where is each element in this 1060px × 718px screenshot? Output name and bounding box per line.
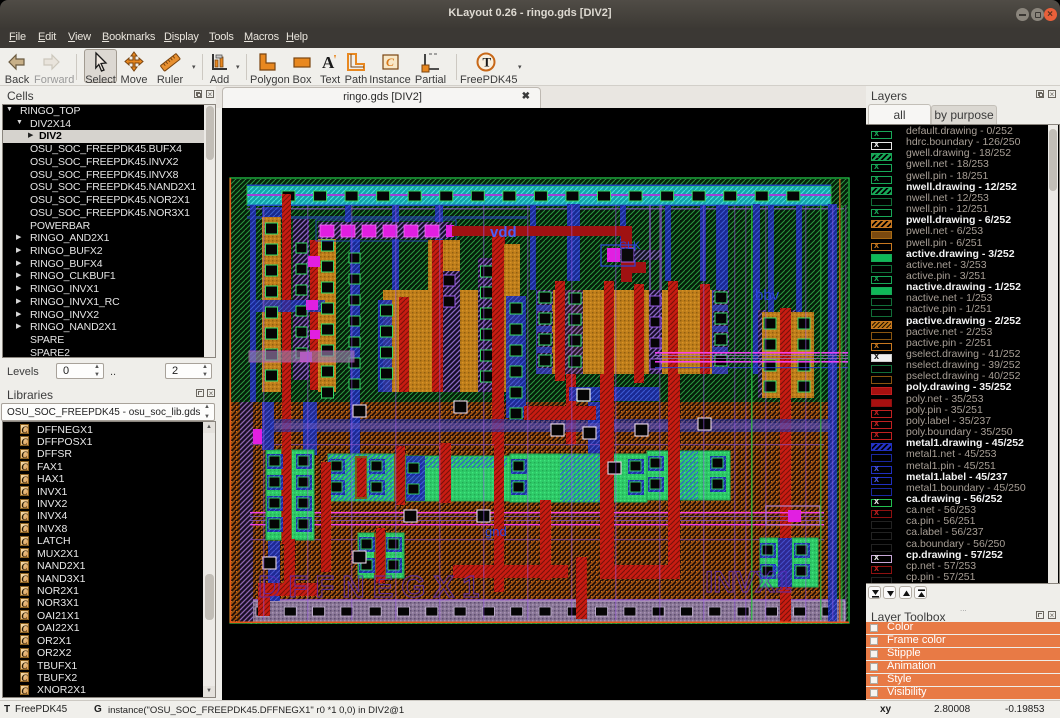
svg-text:vdd: vdd: [490, 224, 517, 241]
svg-text:C: C: [386, 55, 395, 69]
svg-text:A: A: [322, 53, 335, 72]
svg-text:T: T: [483, 55, 492, 70]
svg-text:DFFNEGX1: DFFNEGX1: [258, 569, 487, 604]
svg-text:gnd: gnd: [485, 524, 507, 539]
svg-text:INVX1: INVX1: [705, 566, 792, 599]
svg-text:bbv: bbv: [755, 287, 780, 304]
svg-text:CLK: CLK: [619, 240, 641, 252]
